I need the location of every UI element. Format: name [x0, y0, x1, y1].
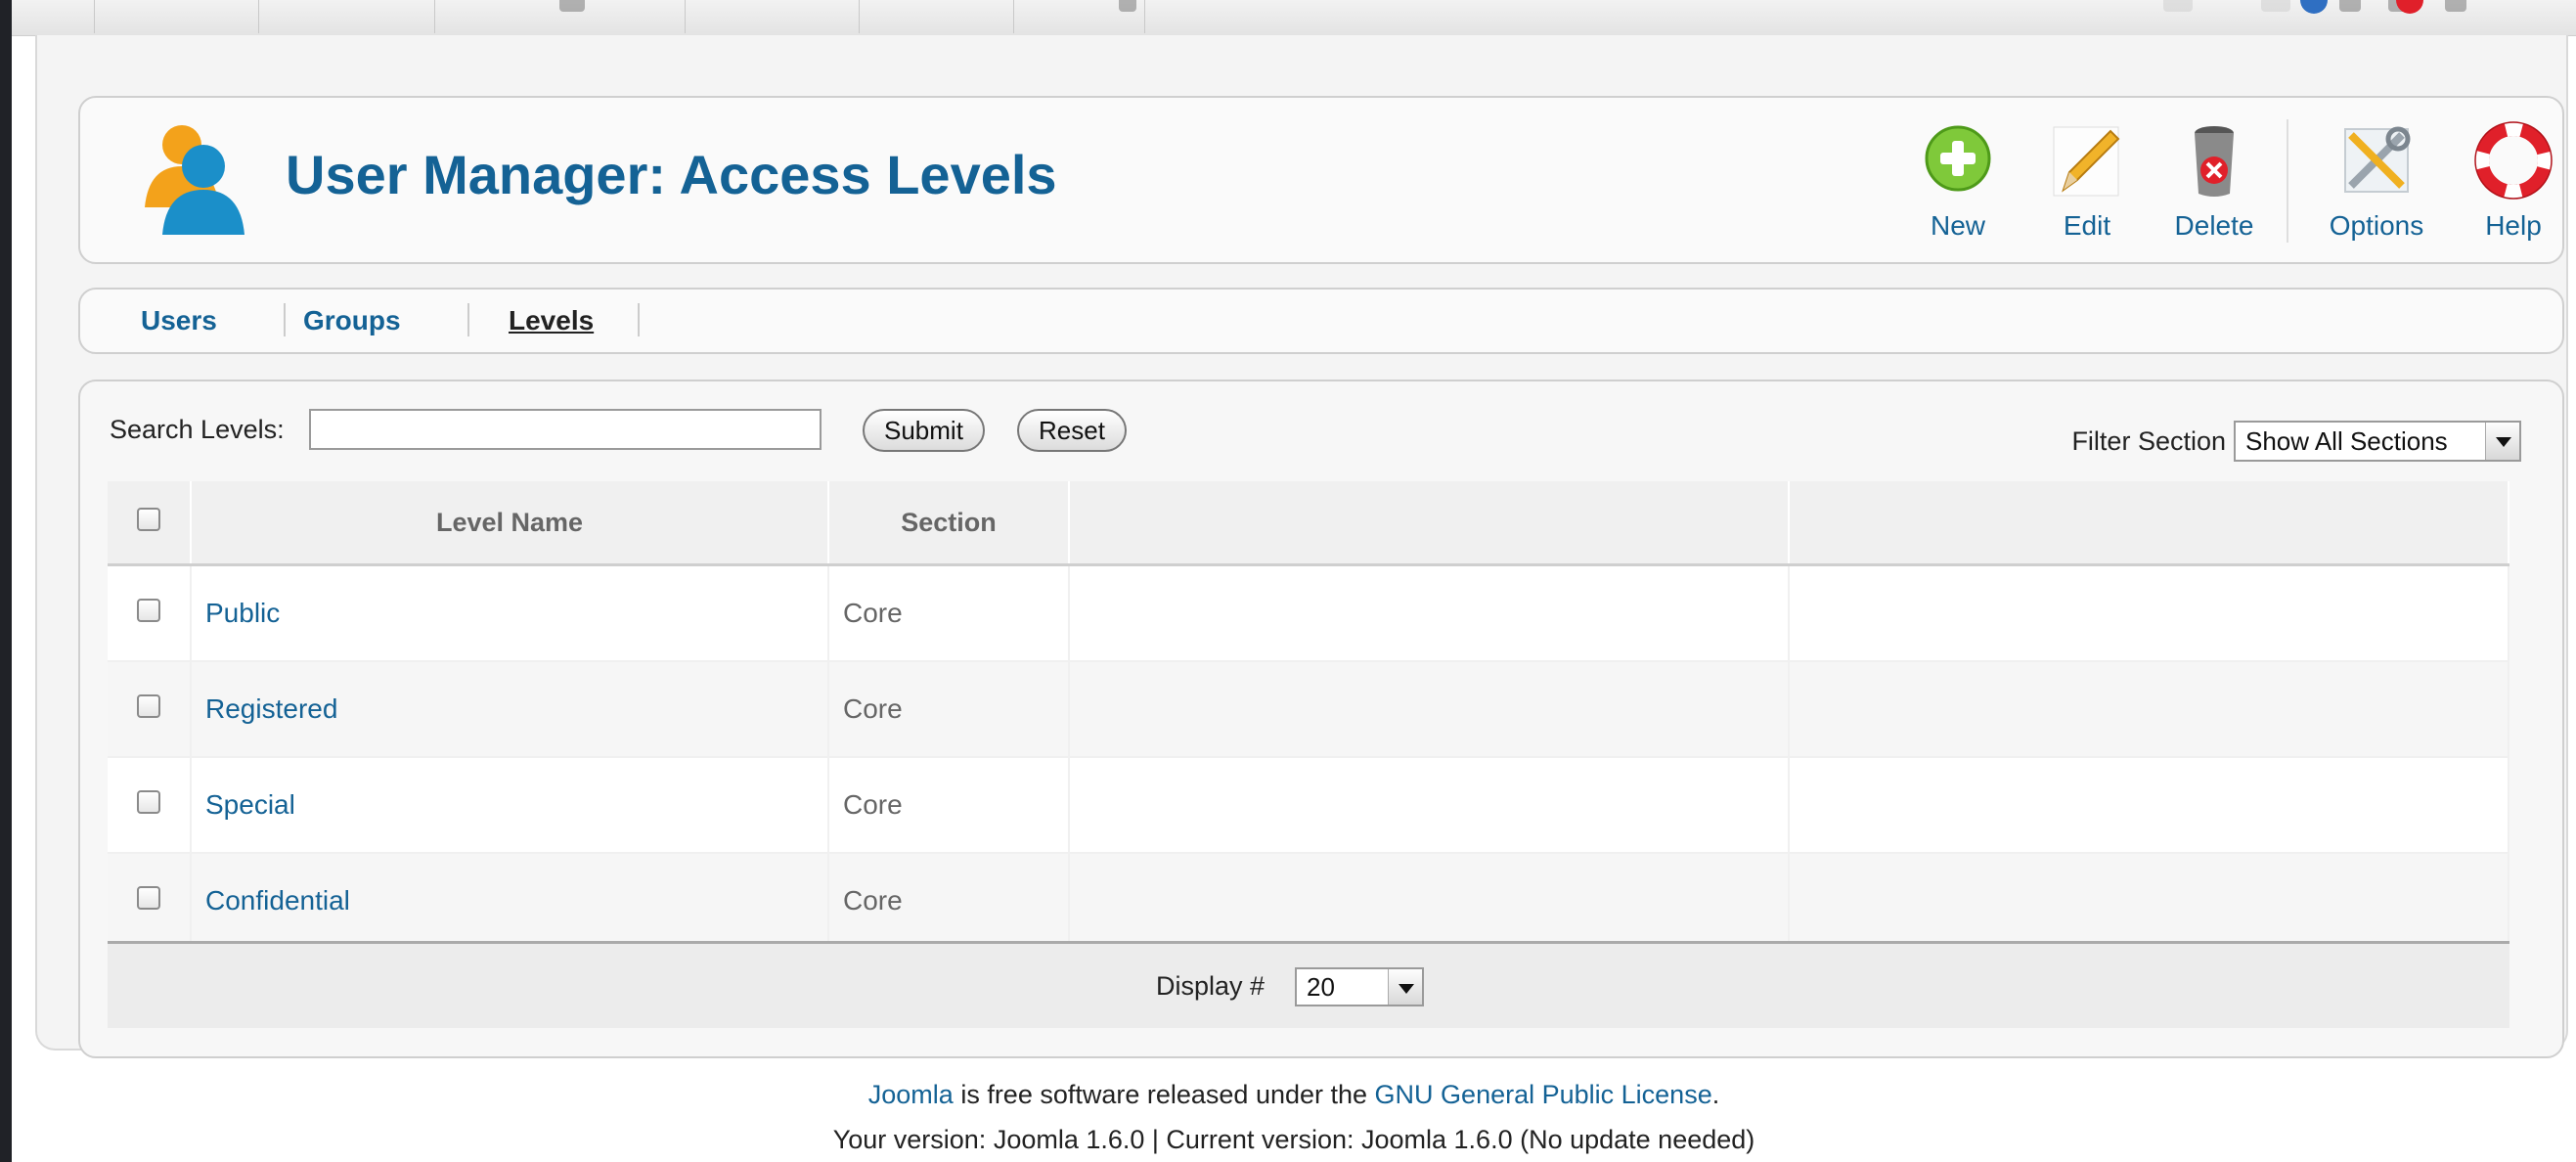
empty-cell — [1069, 661, 1790, 758]
level-name-link[interactable]: Registered — [191, 661, 829, 758]
select-all-cell — [108, 481, 192, 566]
tab-divider — [467, 303, 469, 336]
empty-cell — [1789, 757, 2509, 854]
column-header-section[interactable]: Section — [828, 481, 1070, 566]
joomla-link[interactable]: Joomla — [868, 1080, 954, 1109]
level-name-link[interactable]: Public — [191, 564, 829, 662]
options-label: Options — [2329, 210, 2424, 241]
user-status-icon[interactable] — [2300, 0, 2328, 14]
row-checkbox-cell — [108, 853, 192, 950]
help-label: Help — [2485, 210, 2542, 241]
help-button[interactable]: Help — [2455, 121, 2572, 242]
menu-divider — [859, 0, 860, 33]
search-label: Search Levels: — [110, 415, 285, 444]
page-title: User Manager: Access Levels — [286, 144, 1057, 205]
row-checkbox-cell — [108, 564, 192, 662]
levels-table: Level Name Section Public Core Registere… — [108, 481, 2509, 950]
admin-page: User Manager: Access Levels New Edit Del… — [12, 0, 2576, 1162]
users-icon — [145, 125, 244, 235]
menu-item-partial[interactable] — [559, 0, 585, 12]
level-section: Core — [828, 564, 1070, 662]
empty-cell — [1789, 853, 2509, 950]
menu-divider — [434, 0, 435, 33]
table-header-row: Level Name Section — [108, 481, 2509, 566]
delete-label: Delete — [2174, 210, 2254, 241]
select-all-checkbox[interactable] — [137, 507, 160, 531]
menu-divider — [685, 0, 686, 33]
submenu-tabs: Users Groups Levels — [78, 288, 2564, 354]
table-row: Public Core — [108, 564, 2509, 662]
menu-item-partial[interactable] — [2261, 0, 2290, 12]
empty-cell — [1789, 661, 2509, 758]
column-header-level-name[interactable]: Level Name — [191, 481, 829, 566]
display-count-value: 20 — [1307, 972, 1335, 1002]
new-label: New — [1930, 210, 1985, 241]
delete-trash-icon — [2195, 126, 2234, 197]
license-line: Joomla is free software released under t… — [12, 1080, 2576, 1110]
menu-divider — [258, 0, 259, 33]
tab-divider — [284, 303, 286, 336]
column-header-empty — [1789, 481, 2509, 566]
pagination-bar: Display # 20 — [108, 941, 2509, 1028]
toolbar-divider — [2287, 119, 2288, 243]
filter-section-label: Filter Section — [2071, 426, 2226, 456]
reset-button[interactable]: Reset — [1017, 409, 1127, 452]
options-tools-icon — [2344, 126, 2411, 193]
filter-section-select[interactable]: Show All Sections — [2234, 421, 2521, 462]
version-info: Your version: Joomla 1.6.0 | Current ver… — [832, 1125, 1755, 1154]
submit-button[interactable]: Submit — [863, 409, 985, 452]
menu-item-partial[interactable] — [2163, 0, 2193, 12]
row-checkbox[interactable] — [137, 694, 160, 718]
menu-divider — [1013, 0, 1014, 33]
edit-pencil-icon — [2053, 126, 2120, 197]
levels-panel: Search Levels: Submit Reset Filter Secti… — [78, 380, 2564, 1058]
display-count-label: Display # — [1156, 971, 1266, 1001]
empty-cell — [1069, 853, 1790, 950]
license-text: is free software released under the — [953, 1080, 1375, 1109]
tab-levels[interactable]: Levels — [509, 305, 594, 336]
options-button[interactable]: Options — [2318, 121, 2435, 242]
gpl-license-link[interactable]: GNU General Public License — [1375, 1080, 1712, 1109]
tab-groups[interactable]: Groups — [303, 305, 401, 336]
delete-button[interactable]: Delete — [2155, 121, 2273, 242]
tab-users[interactable]: Users — [141, 305, 217, 336]
row-checkbox[interactable] — [137, 886, 160, 910]
toolbar-box: User Manager: Access Levels New Edit Del… — [78, 96, 2564, 264]
empty-cell — [1069, 564, 1790, 662]
empty-cell — [1789, 564, 2509, 662]
main-wrapper: User Manager: Access Levels New Edit Del… — [35, 35, 2568, 1058]
level-section: Core — [828, 757, 1070, 854]
chevron-down-icon — [2485, 423, 2519, 460]
level-section: Core — [828, 853, 1070, 950]
chevron-down-icon — [1388, 969, 1422, 1005]
filter-section-value: Show All Sections — [2245, 426, 2448, 456]
new-plus-icon — [1925, 125, 1991, 192]
row-checkbox[interactable] — [137, 790, 160, 814]
menu-divider — [94, 0, 95, 33]
level-name-link[interactable]: Special — [191, 757, 829, 854]
empty-cell — [1069, 757, 1790, 854]
edit-button[interactable]: Edit — [2028, 121, 2146, 242]
edit-label: Edit — [2063, 210, 2111, 241]
search-input[interactable] — [309, 409, 822, 450]
display-count-select[interactable]: 20 — [1295, 967, 1424, 1006]
level-section: Core — [828, 661, 1070, 758]
row-checkbox[interactable] — [137, 599, 160, 622]
row-checkbox-cell — [108, 661, 192, 758]
new-button[interactable]: New — [1899, 121, 2017, 242]
menu-item-partial[interactable] — [2445, 0, 2466, 12]
menu-item-partial[interactable] — [2339, 0, 2361, 12]
license-text-end: . — [1711, 1080, 1720, 1109]
table-row: Special Core — [108, 757, 2509, 854]
row-checkbox-cell — [108, 757, 192, 854]
tab-divider — [638, 303, 640, 336]
level-name-link[interactable]: Confidential — [191, 853, 829, 950]
menu-divider — [1144, 0, 1145, 33]
table-row: Registered Core — [108, 661, 2509, 758]
column-header-empty — [1069, 481, 1790, 566]
top-menu-bar — [12, 0, 2576, 36]
help-lifebuoy-icon — [2474, 121, 2553, 200]
table-row: Confidential Core — [108, 853, 2509, 950]
menu-item-partial[interactable] — [1119, 0, 1136, 12]
